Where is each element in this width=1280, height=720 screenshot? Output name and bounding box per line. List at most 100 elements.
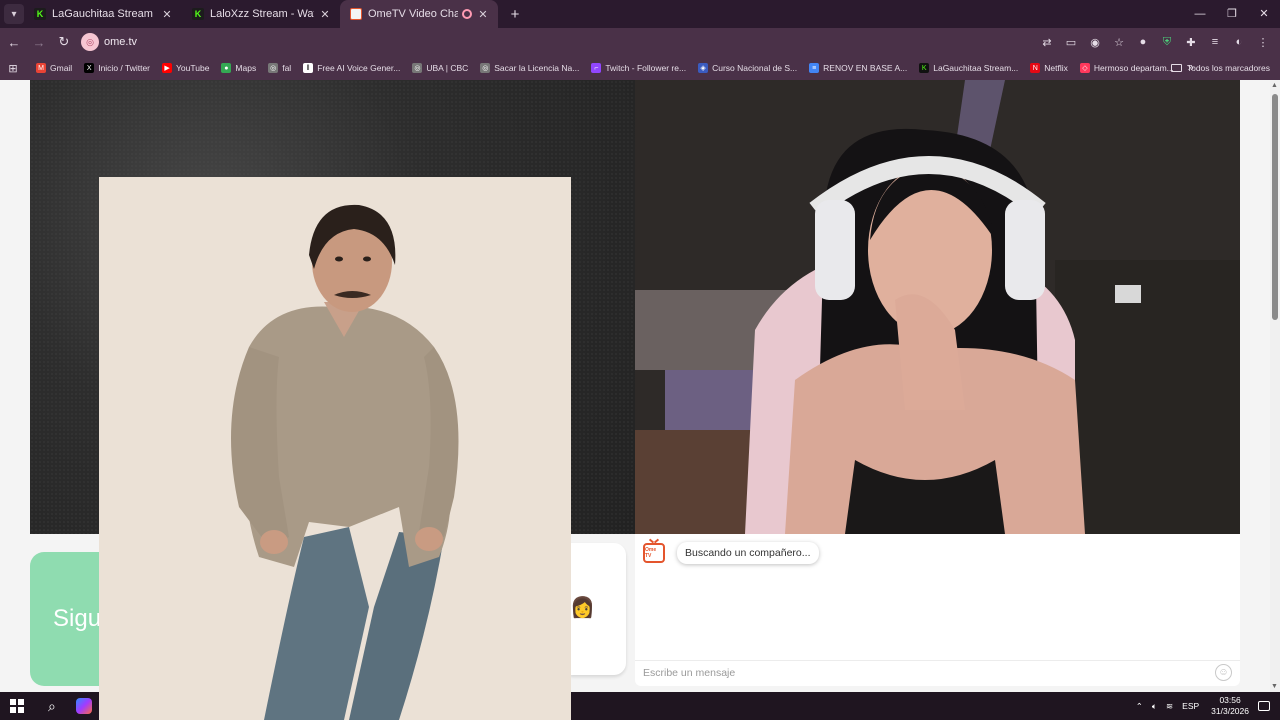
tab-laloxzz[interactable]: K LaloXzz Stream - Watch Live on ✕ <box>182 0 340 28</box>
country-gender-panel: 👩 <box>570 543 626 675</box>
tab-search-icon[interactable]: ▾ <box>4 4 24 24</box>
recording-icon <box>462 9 472 19</box>
scroll-down-icon[interactable]: ▼ <box>1271 683 1278 690</box>
scroll-up-icon[interactable]: ▲ <box>1271 82 1278 89</box>
close-tab-icon[interactable]: ✕ <box>160 8 174 21</box>
gender-filter-icon[interactable]: 👩 <box>570 595 595 620</box>
close-tab-icon[interactable]: ✕ <box>476 8 490 21</box>
restore-icon[interactable]: ❐ <box>1216 0 1248 28</box>
kick-icon: K <box>192 8 204 20</box>
back-icon[interactable]: ← <box>3 35 25 50</box>
forward-icon[interactable]: → <box>28 35 50 50</box>
overlay-photo <box>99 177 571 720</box>
chat-divider <box>635 660 1240 661</box>
bookmark-label: Twitch - Follower re... <box>605 63 687 73</box>
clock[interactable]: 03:56 31/3/2026 <box>1211 695 1249 717</box>
minimize-icon[interactable]: — <box>1184 0 1216 28</box>
reading-list-icon[interactable]: ≡ <box>1204 36 1226 48</box>
bookmark-label: Hermoso departam... <box>1093 63 1174 73</box>
translate-icon[interactable]: ⇄ <box>1036 36 1058 49</box>
close-tab-icon[interactable]: ✕ <box>318 8 332 21</box>
bookmark-label: Sacar la Licencia Na... <box>494 63 580 73</box>
screen: ▾ K LaGauchitaa Stream - Watch Liv ✕ K L… <box>0 0 1280 720</box>
ai-voice-icon: ‖ <box>303 63 314 73</box>
menu-icon[interactable]: ⋮ <box>1252 36 1274 49</box>
gmail-icon: M <box>36 63 46 73</box>
wifi-icon[interactable]: ≋ <box>1166 701 1173 712</box>
tab-lagauchitaa[interactable]: K LaGauchitaa Stream - Watch Liv ✕ <box>24 0 182 28</box>
clock-time: 03:56 <box>1219 695 1241 705</box>
partner-video-frame <box>635 80 1240 534</box>
bookmark-label: RENOV EN BASE A... <box>823 63 908 73</box>
bookmark-licencia[interactable]: ◎ Sacar la Licencia Na... <box>480 63 579 73</box>
ometv-icon <box>350 8 362 20</box>
bookmark-renov[interactable]: ≡ RENOV EN BASE A... <box>809 63 907 73</box>
notification-icon[interactable] <box>1258 701 1270 711</box>
bookmark-fal[interactable]: ◎ fal <box>268 63 291 73</box>
bookmark-label: Gmail <box>50 63 73 73</box>
message-input[interactable] <box>643 662 1203 684</box>
language-indicator[interactable]: ESP <box>1182 701 1199 711</box>
profile-avatar[interactable]: ◐ <box>1228 36 1250 48</box>
all-bookmarks-label: Todos los marcadores <box>1186 63 1270 73</box>
bookmark-twitch[interactable]: ⌐ Twitch - Follower re... <box>591 63 686 73</box>
url-text: ome.tv <box>104 36 138 48</box>
partner-video <box>635 80 1240 534</box>
kick-icon: K <box>919 63 930 73</box>
site-info-icon[interactable]: ◎ <box>81 33 99 51</box>
airbnb-icon: ◇ <box>1079 63 1090 73</box>
tab-title: LaGauchitaa Stream - Watch Liv <box>52 8 156 20</box>
bookmark-youtube[interactable]: ▶ YouTube <box>162 63 209 73</box>
bookmark-label: Curso Nacional de S... <box>712 63 798 73</box>
globe-icon: ◎ <box>412 63 423 73</box>
bookmark-label: LaGauchitaa Stream... <box>933 63 1019 73</box>
youtube-icon: ▶ <box>162 63 173 73</box>
tab-title: LaloXzz Stream - Watch Live on <box>210 8 314 20</box>
extensions-icon[interactable]: ✚ <box>1180 36 1202 49</box>
bookmark-label: Netflix <box>1044 63 1068 73</box>
clock-date: 31/3/2026 <box>1211 706 1249 716</box>
volume-icon[interactable]: 🔈︎ <box>1152 701 1157 712</box>
twitch-icon: ⌐ <box>591 63 602 73</box>
emoji-smile-icon[interactable]: ☺ <box>1215 664 1232 681</box>
shield-badge-icon: ◈ <box>698 63 709 73</box>
reload-icon[interactable]: ↻ <box>53 34 75 50</box>
all-bookmarks[interactable]: Todos los marcadores <box>1170 56 1270 80</box>
bookmark-netflix[interactable]: N Netflix <box>1030 63 1068 73</box>
bookmark-uba[interactable]: ◎ UBA | CBC <box>412 63 468 73</box>
bookmark-label: Inicio / Twitter <box>98 63 151 73</box>
status-message: Buscando un compañero... <box>677 542 819 564</box>
bookmark-maps[interactable]: ● Maps <box>221 63 256 73</box>
bookmark-star-icon[interactable]: ☆ <box>1108 36 1130 49</box>
bookmark-gmail[interactable]: M Gmail <box>36 63 72 73</box>
maps-icon: ● <box>221 63 232 73</box>
bookmark-twitter[interactable]: X Inicio / Twitter <box>84 63 150 73</box>
address-bar[interactable]: ◎ ome.tv <box>81 30 761 54</box>
browser-toolbar: ← → ↻ ◎ ome.tv ⇄ ▭ ◉ ☆ ● ⛨ ✚ ≡ ◐ ⋮ <box>0 28 1280 56</box>
tab-ometv[interactable]: OmeTV Video Chat — Ome ✕ <box>340 0 498 28</box>
ometv-logo-icon: Ome TV <box>643 543 665 563</box>
tab-strip: ▾ K LaGauchitaa Stream - Watch Liv ✕ K L… <box>0 0 1280 28</box>
copilot-icon[interactable] <box>75 698 92 714</box>
chat-panel: Ome TV Buscando un compañero... ☺ <box>635 534 1240 686</box>
search-icon[interactable]: ⌕ <box>48 698 56 715</box>
bookmark-lagauchitaa[interactable]: K LaGauchitaa Stream... <box>919 63 1018 73</box>
chevron-up-icon[interactable]: ⌃ <box>1136 701 1143 712</box>
close-icon[interactable]: ✕ <box>1248 0 1280 28</box>
scrollbar-thumb[interactable] <box>1272 94 1278 320</box>
bookmark-label: fal <box>282 63 292 73</box>
new-tab-button[interactable]: + <box>506 6 524 23</box>
system-tray: ⌃ 🔈︎ ≋ ESP 03:56 31/3/2026 <box>1127 692 1270 720</box>
page-scrollbar[interactable]: ▲ ▼ <box>1270 80 1280 692</box>
extension-icon[interactable]: ● <box>1132 36 1154 48</box>
bookmark-curso[interactable]: ◈ Curso Nacional de S... <box>698 63 797 73</box>
tracking-protection-icon[interactable]: ◉ <box>1084 36 1106 49</box>
shield-icon[interactable]: ⛨ <box>1156 36 1178 49</box>
bookmarks-bar: ⊞ M Gmail X Inicio / Twitter ▶ YouTube ● Map… <box>0 56 1280 80</box>
apps-grid-icon[interactable]: ⊞ <box>2 62 24 75</box>
kick-icon: K <box>34 8 46 20</box>
bookmark-ai-voice[interactable]: ‖ Free AI Voice Gener... <box>303 63 400 73</box>
bookmark-airbnb[interactable]: ◇ Hermoso departam... <box>1079 63 1174 73</box>
windows-start-icon[interactable] <box>10 699 24 713</box>
cast-icon[interactable]: ▭ <box>1060 36 1082 49</box>
